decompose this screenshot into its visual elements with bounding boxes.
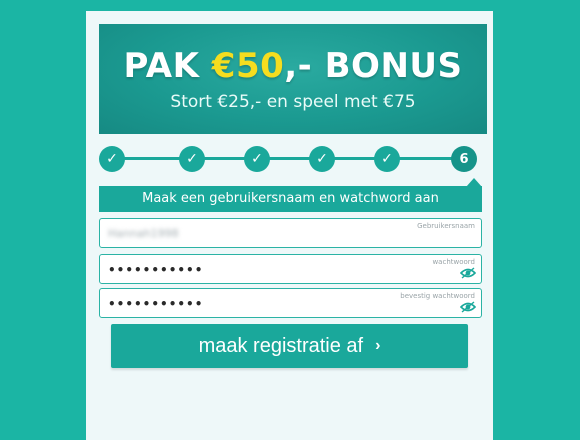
title-suffix: ,- BONUS <box>284 46 463 86</box>
password-value: ••••••••••• <box>108 263 204 277</box>
bonus-banner: PAK €50,- BONUS Stort €25,- en speel met… <box>99 24 487 134</box>
step-label: Maak een gebruikersnaam en watchword aan <box>99 186 482 212</box>
step-4-check-icon: ✓ <box>309 146 335 172</box>
step-1-check-icon: ✓ <box>99 146 125 172</box>
complete-registration-button[interactable]: maak registratie af › <box>111 324 468 368</box>
step-progress: ✓ ✓ ✓ ✓ ✓ 6 <box>99 146 477 172</box>
username-field[interactable]: Gebruikersnaam Hannah1998 <box>99 218 482 248</box>
step-6-current: 6 <box>451 146 477 172</box>
step-5-check-icon: ✓ <box>374 146 400 172</box>
eye-icon[interactable] <box>460 267 476 279</box>
banner-title: PAK €50,- BONUS <box>99 46 487 86</box>
banner-subtitle: Stort €25,- en speel met €75 <box>170 92 416 112</box>
title-prefix: PAK <box>123 46 212 86</box>
confirm-password-value: ••••••••••• <box>108 297 204 311</box>
step-2-check-icon: ✓ <box>179 146 205 172</box>
username-value: Hannah1998 <box>108 227 179 240</box>
submit-label: maak registratie af <box>198 334 364 357</box>
step-3-check-icon: ✓ <box>244 146 270 172</box>
password-label: wachtwoord <box>432 258 475 266</box>
progress-line <box>112 157 464 160</box>
bonus-amount: €50 <box>211 46 285 86</box>
confirm-password-label: bevestig wachtwoord <box>400 292 475 300</box>
chevron-right-icon: › <box>375 337 381 354</box>
password-field[interactable]: wachtwoord ••••••••••• <box>99 254 482 284</box>
eye-icon[interactable] <box>460 301 476 313</box>
username-label: Gebruikersnaam <box>417 222 475 230</box>
confirm-password-field[interactable]: bevestig wachtwoord ••••••••••• <box>99 288 482 318</box>
